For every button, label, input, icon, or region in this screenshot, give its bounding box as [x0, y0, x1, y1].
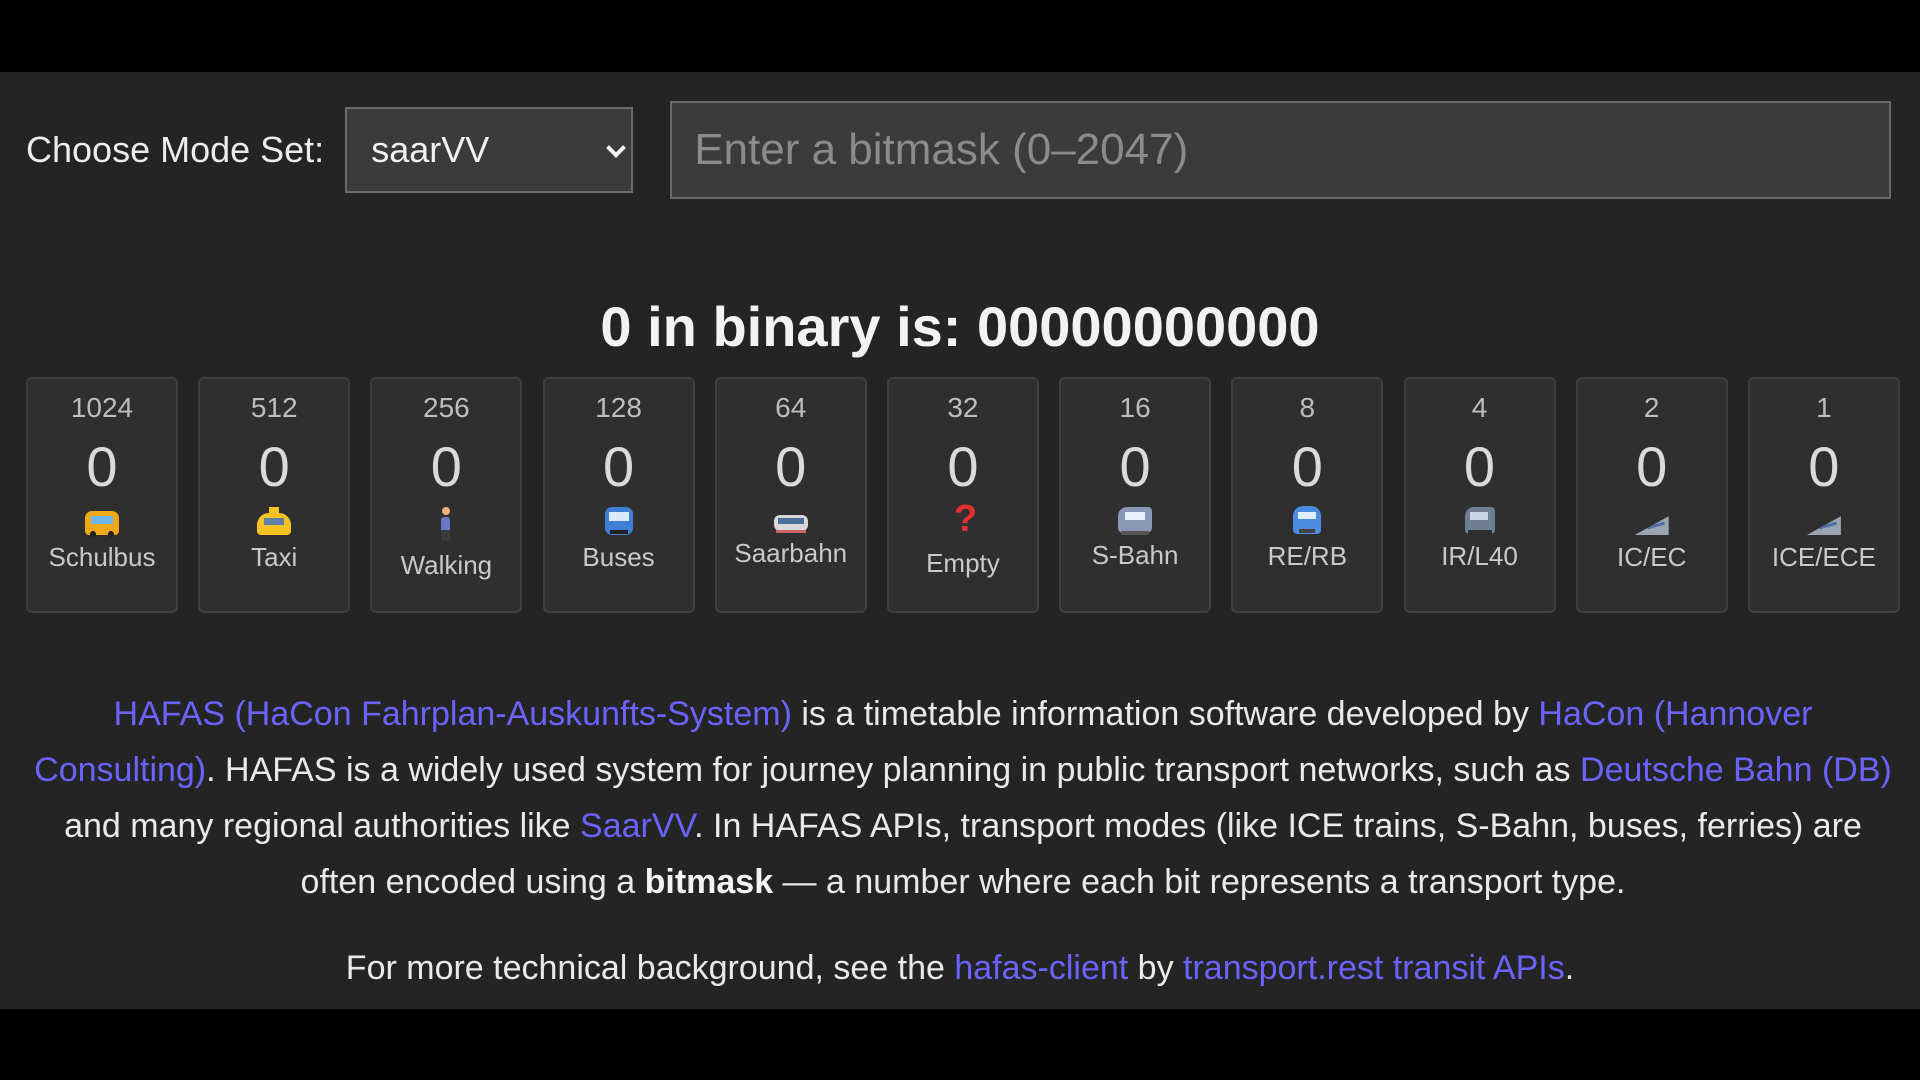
bit-label: Taxi	[251, 542, 298, 572]
chevron-down-icon	[606, 138, 627, 158]
description-text-1: is a timetable information software deve…	[791, 695, 1539, 733]
bit-weight: 512	[250, 392, 298, 423]
bit-card-512[interactable]: 512 0 Taxi	[198, 377, 351, 613]
bit-label: Buses	[582, 542, 655, 572]
saarvv-link[interactable]: SaarVV	[580, 807, 694, 845]
controls-row: Choose Mode Set: saarVV	[26, 101, 1900, 199]
bit-weight: 256	[423, 392, 470, 423]
bit-card-8[interactable]: 8 0 RE/RB	[1231, 377, 1384, 613]
question-mark-icon	[953, 500, 977, 541]
bit-weight: 32	[947, 392, 979, 423]
bit-label: Saarbahn	[734, 538, 848, 568]
bitmask-term: bitmask	[644, 863, 774, 901]
bit-card-32[interactable]: 32 0 Empty	[886, 377, 1039, 613]
bit-label: RE/RB	[1267, 541, 1348, 571]
bit-label: Empty	[926, 548, 1000, 578]
bitmask-app: Choose Mode Set: saarVV 0 in binary is: …	[0, 72, 1920, 1009]
bit-weight: 64	[775, 392, 807, 423]
bit-label: IC/EC	[1617, 542, 1687, 572]
hafas-client-link[interactable]: hafas-client	[954, 949, 1128, 987]
description-text-2: . HAFAS is a widely used system for jour…	[206, 751, 1581, 789]
bit-card-1024[interactable]: 1024 0 Schulbus	[26, 377, 178, 613]
bit-label: ICE/ECE	[1771, 542, 1876, 572]
bit-state: 0	[1119, 435, 1151, 498]
bit-weight: 8	[1299, 392, 1316, 423]
bitmask-input[interactable]	[670, 101, 1892, 199]
intercity-train-icon	[1464, 507, 1495, 534]
taxi-icon	[257, 507, 292, 535]
bit-weight: 2	[1643, 392, 1660, 423]
bus-icon	[604, 507, 633, 535]
bit-state: 0	[1463, 435, 1496, 498]
bit-label: S-Bahn	[1091, 540, 1179, 570]
hafas-description: HAFAS (HaCon Fahrplan-Auskunfts-System) …	[24, 686, 1902, 910]
bit-card-1[interactable]: 1 0 ICE/ECE	[1747, 377, 1900, 613]
footer-text-2: by	[1128, 949, 1184, 987]
bit-label: Walking	[400, 550, 493, 580]
description-text-3: and many regional authorities like	[64, 807, 581, 845]
bit-state: 0	[1291, 435, 1323, 498]
bit-weight: 1	[1816, 392, 1832, 423]
bit-state: 0	[430, 435, 462, 498]
bit-card-16[interactable]: 16 0 S-Bahn	[1059, 377, 1212, 613]
technical-background-note: For more technical background, see the h…	[0, 940, 1920, 996]
hafas-link[interactable]: HAFAS (HaCon Fahrplan-Auskunfts-System)	[114, 695, 792, 733]
bit-label: IR/L40	[1441, 541, 1518, 571]
bit-card-4[interactable]: 4 0 IR/L40	[1403, 377, 1556, 613]
bit-state: 0	[86, 435, 118, 498]
binary-result-title: 0 in binary is: 00000000000	[600, 294, 1320, 358]
tram-icon	[773, 515, 808, 533]
bit-state: 0	[258, 435, 290, 498]
bit-state: 0	[602, 435, 635, 498]
mode-set-selected-value: saarVV	[371, 129, 490, 170]
mode-set-select[interactable]: saarVV	[345, 107, 634, 193]
bit-weight: 1024	[70, 392, 134, 423]
bit-weight: 128	[595, 392, 642, 423]
school-bus-icon	[85, 511, 119, 537]
bit-card-64[interactable]: 64 0 Saarbahn	[714, 377, 867, 613]
bit-card-2[interactable]: 2 0 IC/EC	[1575, 377, 1728, 613]
s-bahn-train-icon	[1118, 507, 1153, 535]
bit-card-256[interactable]: 256 0 Walking	[370, 377, 523, 613]
footer-text-1: For more technical background, see the	[345, 949, 955, 987]
bit-state: 0	[947, 435, 979, 498]
bit-label: Schulbus	[48, 542, 156, 572]
high-speed-train-icon	[1806, 516, 1841, 535]
bit-card-128[interactable]: 128 0 Buses	[542, 377, 695, 613]
bit-state: 0	[1636, 435, 1668, 498]
description-text-5: — a number where each bit represents a t…	[773, 863, 1626, 901]
bit-state: 0	[1808, 435, 1840, 498]
high-speed-train-icon	[1634, 516, 1669, 535]
transport-rest-link[interactable]: transport.rest transit APIs	[1183, 949, 1565, 987]
bit-state: 0	[775, 435, 807, 498]
footer-text-3: .	[1564, 949, 1575, 987]
mode-set-label: Choose Mode Set:	[26, 129, 325, 170]
regional-train-icon	[1293, 506, 1322, 534]
deutsche-bahn-link[interactable]: Deutsche Bahn (DB)	[1580, 751, 1892, 789]
bit-card-list: 1024 0 Schulbus 512 0 Taxi 256 0 Walking…	[26, 377, 1900, 613]
walking-person-icon	[437, 507, 455, 543]
bit-weight: 4	[1471, 392, 1488, 423]
bit-weight: 16	[1119, 392, 1151, 423]
